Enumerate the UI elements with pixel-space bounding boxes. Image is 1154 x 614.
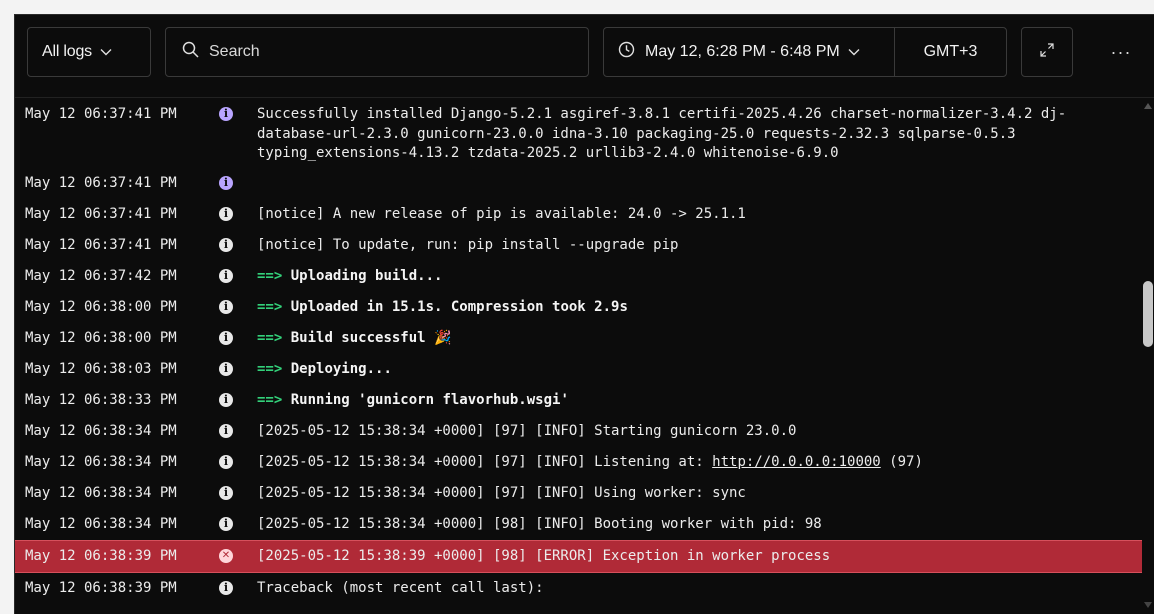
log-timestamp: May 12 06:38:39 PM xyxy=(25,579,177,596)
log-filter-dropdown[interactable]: All logs xyxy=(27,27,151,77)
log-row-error: May 12 06:38:39 PM ✕ [2025-05-12 15:38:3… xyxy=(15,539,1142,573)
more-icon: ··· xyxy=(1110,41,1132,62)
log-arrow: ==> xyxy=(257,267,283,284)
log-list: May 12 06:37:41 PM i Successfully instal… xyxy=(15,98,1142,614)
info-icon: i xyxy=(219,206,233,221)
log-row: May 12 06:38:00 PM i ==> Build successfu… xyxy=(15,323,1142,354)
log-timestamp: May 12 06:38:34 PM xyxy=(25,484,177,501)
log-timestamp: May 12 06:37:41 PM xyxy=(25,236,177,253)
log-row: May 12 06:38:34 PM i [2025-05-12 15:38:3… xyxy=(15,416,1142,447)
log-row: May 12 06:38:00 PM i ==> Uploaded in 15.… xyxy=(15,292,1142,323)
log-message: [2025-05-12 15:38:34 +0000] [97] [INFO] … xyxy=(257,422,797,439)
log-row: May 12 06:37:41 PM i xyxy=(15,168,1142,199)
info-icon: i xyxy=(219,361,233,376)
chevron-down-icon xyxy=(100,43,112,61)
log-timestamp: May 12 06:38:00 PM xyxy=(25,329,177,346)
log-timestamp: May 12 06:37:41 PM xyxy=(25,106,177,122)
search-input[interactable]: Search xyxy=(165,27,589,77)
log-message: Uploading build... xyxy=(290,267,443,284)
expand-icon xyxy=(1040,42,1054,62)
listen-url-link[interactable]: http://0.0.0.0:10000 xyxy=(712,454,881,470)
log-timestamp: May 12 06:38:34 PM xyxy=(25,422,177,439)
scroll-up-arrow-icon[interactable] xyxy=(1144,103,1152,109)
time-range-dropdown[interactable]: May 12, 6:28 PM - 6:48 PM xyxy=(604,28,895,76)
log-timestamp: May 12 06:38:33 PM xyxy=(25,391,177,408)
info-icon: i xyxy=(219,485,233,500)
log-arrow: ==> xyxy=(257,391,283,408)
log-message: [2025-05-12 15:38:34 +0000] [97] [INFO] … xyxy=(257,453,713,470)
log-message-suffix: (97) xyxy=(880,453,923,470)
log-arrow: ==> xyxy=(257,329,283,346)
error-icon: ✕ xyxy=(219,548,233,563)
log-message: [2025-05-12 15:38:39 +0000] [98] [ERROR]… xyxy=(257,547,831,564)
logs-toolbar: All logs Search May 12, 6:28 PM - 6:48 P… xyxy=(15,15,1154,97)
timezone-label: GMT+3 xyxy=(923,43,978,60)
chevron-down-icon xyxy=(848,43,860,61)
log-timestamp: May 12 06:37:41 PM xyxy=(25,174,177,191)
info-icon: i xyxy=(219,423,233,438)
log-row: May 12 06:37:41 PM i [notice] A new rele… xyxy=(15,199,1142,230)
scrollbar-thumb[interactable] xyxy=(1143,281,1153,347)
log-message: [2025-05-12 15:38:34 +0000] [98] [INFO] … xyxy=(257,515,822,532)
log-row: May 12 06:37:41 PM i Successfully instal… xyxy=(15,98,1142,168)
log-row: May 12 06:37:41 PM i [notice] To update,… xyxy=(15,230,1142,261)
log-message: Successfully installed Django-5.2.1 asgi… xyxy=(257,106,1067,161)
log-row: May 12 06:38:39 PM i Traceback (most rec… xyxy=(15,573,1142,604)
log-row: May 12 06:37:42 PM i ==> Uploading build… xyxy=(15,261,1142,292)
info-icon: i xyxy=(219,454,233,469)
log-row: May 12 06:38:34 PM i [2025-05-12 15:38:3… xyxy=(15,509,1142,540)
info-icon: i xyxy=(219,107,233,121)
log-timestamp: May 12 06:38:39 PM xyxy=(25,547,177,564)
log-timestamp: May 12 06:38:34 PM xyxy=(25,453,177,470)
log-message: Traceback (most recent call last): xyxy=(257,579,544,596)
scroll-down-arrow-icon[interactable] xyxy=(1144,602,1152,608)
log-message: [notice] A new release of pip is availab… xyxy=(257,205,746,222)
expand-button[interactable] xyxy=(1021,27,1073,77)
log-filter-label: All logs xyxy=(42,43,92,60)
log-arrow: ==> xyxy=(257,360,283,377)
log-timestamp: May 12 06:37:41 PM xyxy=(25,205,177,222)
search-placeholder: Search xyxy=(209,43,260,60)
log-arrow: ==> xyxy=(257,298,283,315)
info-icon: i xyxy=(219,580,233,595)
info-icon: i xyxy=(219,237,233,252)
clock-icon xyxy=(618,41,635,63)
log-row: May 12 06:38:34 PM i [2025-05-12 15:38:3… xyxy=(15,478,1142,509)
time-range-selector: May 12, 6:28 PM - 6:48 PM GMT+3 xyxy=(603,27,1007,77)
logs-panel: All logs Search May 12, 6:28 PM - 6:48 P… xyxy=(14,14,1154,614)
info-icon: i xyxy=(219,268,233,283)
time-range-label: May 12, 6:28 PM - 6:48 PM xyxy=(645,43,840,60)
timezone-button[interactable]: GMT+3 xyxy=(895,28,1006,76)
log-timestamp: May 12 06:38:34 PM xyxy=(25,515,177,532)
log-message: Deploying... xyxy=(290,360,392,377)
info-icon: i xyxy=(219,175,233,190)
log-timestamp: May 12 06:37:42 PM xyxy=(25,267,177,284)
log-row: May 12 06:38:34 PM i [2025-05-12 15:38:3… xyxy=(15,447,1142,478)
info-icon: i xyxy=(219,299,233,314)
info-icon: i xyxy=(219,516,233,531)
more-options-button[interactable]: ··· xyxy=(1101,27,1141,77)
log-row: May 12 06:38:33 PM i ==> Running 'gunico… xyxy=(15,385,1142,416)
search-icon xyxy=(182,41,199,63)
info-icon: i xyxy=(219,330,233,345)
log-message: Build successful 🎉 xyxy=(290,329,452,346)
log-message: [2025-05-12 15:38:34 +0000] [97] [INFO] … xyxy=(257,484,746,501)
info-icon: i xyxy=(219,392,233,407)
log-row: May 12 06:38:03 PM i ==> Deploying... xyxy=(15,354,1142,385)
log-message: Running 'gunicorn flavorhub.wsgi' xyxy=(290,391,569,408)
log-timestamp: May 12 06:38:03 PM xyxy=(25,360,177,377)
log-message: Uploaded in 15.1s. Compression took 2.9s xyxy=(290,298,628,315)
log-timestamp: May 12 06:38:00 PM xyxy=(25,298,177,315)
scrollbar[interactable] xyxy=(1142,98,1154,614)
log-message: [notice] To update, run: pip install --u… xyxy=(257,236,679,253)
